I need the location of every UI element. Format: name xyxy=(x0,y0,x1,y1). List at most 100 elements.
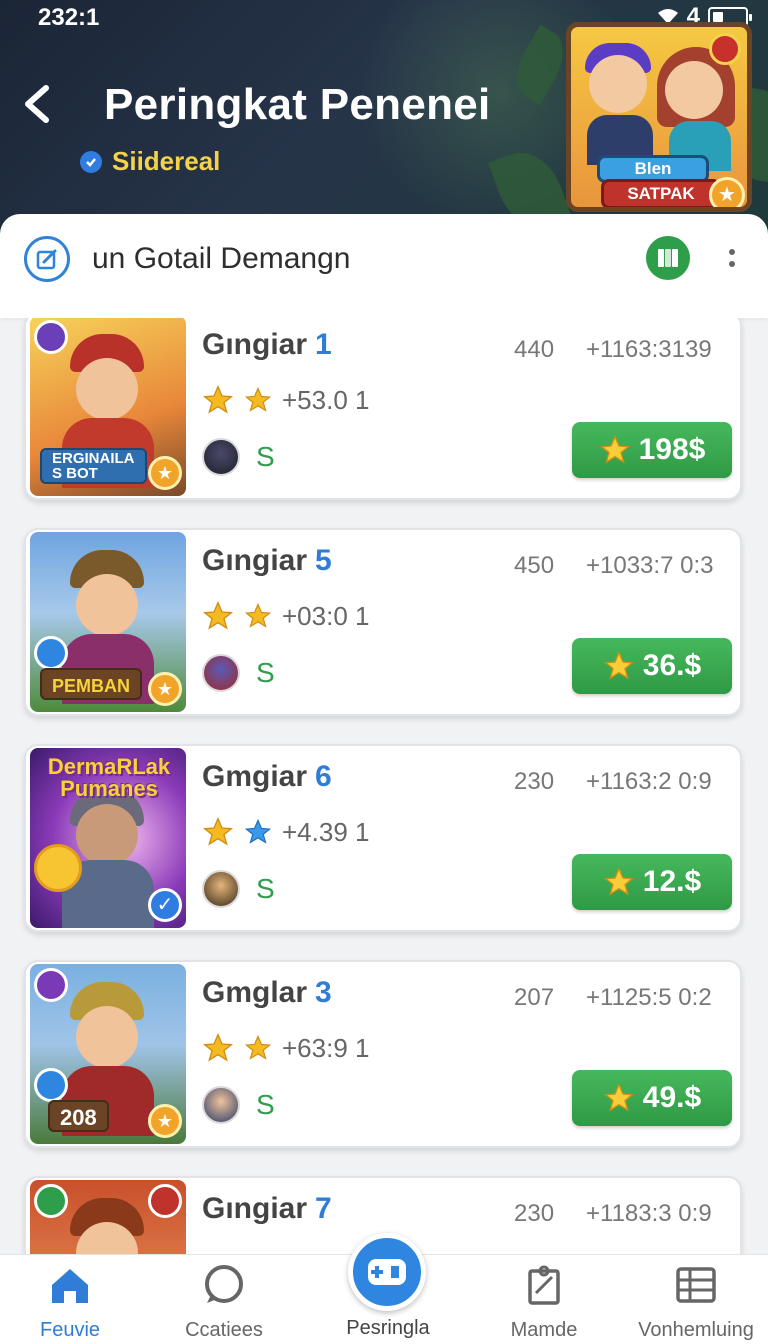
nav-item-home[interactable]: Feuvie xyxy=(0,1263,140,1342)
banner-badge-icon xyxy=(709,33,741,65)
gamepad-icon xyxy=(368,1259,406,1285)
nav-label: Vonhemluing xyxy=(638,1319,754,1341)
star-icon xyxy=(202,384,234,414)
player-score: 440 xyxy=(514,336,555,363)
avatar-label: S xyxy=(256,657,275,688)
page-title: Peringkat Penenei xyxy=(104,80,491,129)
sun-icon xyxy=(34,844,82,892)
chat-bubble-icon xyxy=(205,1265,243,1303)
star-icon xyxy=(202,1032,234,1062)
star-icon xyxy=(599,434,630,464)
coin-icon: ★ xyxy=(148,1104,182,1138)
game-thumbnail: PEMBAN ★ xyxy=(30,532,186,712)
star-icon xyxy=(202,816,234,846)
star-icon xyxy=(202,600,234,630)
list-item[interactable]: ERGINAILA S BOT ★ Gıngiar 1 440 +1163:313… xyxy=(24,318,742,500)
player-code: +1183:3 0:9 xyxy=(586,1200,712,1227)
player-code: +1033:7 0:3 xyxy=(586,552,714,579)
game-thumbnail: DermaRLak Pumanes ✓ xyxy=(30,748,186,928)
nav-center-button[interactable] xyxy=(348,1233,426,1311)
game-thumbnail: ERGINAILA S BOT ★ xyxy=(30,318,186,496)
map-button[interactable] xyxy=(646,236,690,280)
avatar xyxy=(202,870,240,908)
avatar-row: S xyxy=(202,654,275,692)
rating-value: +63:9 1 xyxy=(282,1032,370,1063)
prize-amount: 12.$ xyxy=(642,865,702,898)
nav-item-categories[interactable]: Ccatiees xyxy=(154,1263,294,1342)
player-code: +1163:2 0:9 xyxy=(586,768,712,795)
rank-number: 3 xyxy=(315,976,332,1009)
character-face xyxy=(589,55,647,113)
nav-label: Mamde xyxy=(510,1319,578,1341)
star-icon xyxy=(244,1034,272,1060)
back-button[interactable] xyxy=(18,82,58,126)
player-score: 230 xyxy=(514,768,555,795)
rating-value: +03:0 1 xyxy=(282,600,370,631)
badge-icon xyxy=(34,1184,68,1218)
avatar-label: S xyxy=(256,441,275,472)
banner-plate-bottom: SATPAK xyxy=(601,179,721,207)
rank-number: 1 xyxy=(315,328,332,361)
prize-button[interactable]: 12.$ xyxy=(572,854,732,910)
star-icon xyxy=(244,818,272,844)
subtitle-text: Siidereal xyxy=(112,146,221,176)
avatar-label: S xyxy=(256,873,275,904)
prize-amount: 36.$ xyxy=(642,649,702,682)
star-icon xyxy=(603,1082,634,1112)
rating: +03:0 1 xyxy=(202,600,369,632)
player-name: Gmgiar 6 xyxy=(202,760,332,793)
avatar-row: S xyxy=(202,870,275,908)
rating: +4.39 1 xyxy=(202,816,369,848)
section-bar: un Gotail Demangn xyxy=(0,214,768,318)
player-code: +1125:5 0:2 xyxy=(586,984,712,1011)
thumbnail-logo-text: DermaRLak Pumanes xyxy=(47,754,171,801)
nav-item-settings[interactable]: Vonhemluing xyxy=(626,1263,766,1342)
coin-icon: ★ xyxy=(148,456,182,490)
more-options-icon[interactable] xyxy=(718,238,746,278)
rating-value: +53.0 1 xyxy=(282,384,370,415)
rating: +63:9 1 xyxy=(202,1032,369,1064)
nav-item-tasks[interactable]: Mamde xyxy=(474,1263,614,1342)
home-icon xyxy=(52,1269,88,1303)
avatar xyxy=(202,654,240,692)
list-item[interactable]: 208 ★ Gmglar 3 207 +1125:5 0:2 +63:9 1 S … xyxy=(24,960,742,1148)
promo-banner[interactable]: Blen SATPAK ★ xyxy=(566,22,752,212)
rank-number: 6 xyxy=(315,760,332,793)
rank-number: 5 xyxy=(315,544,332,577)
star-icon xyxy=(603,650,634,680)
badge-icon xyxy=(34,320,68,354)
player-score: 230 xyxy=(514,1200,555,1227)
section-title: un Gotail Demangn xyxy=(92,242,351,275)
rank-number: 7 xyxy=(315,1192,332,1225)
list-item[interactable]: PEMBAN ★ Gıngiar 5 450 +1033:7 0:3 +03:0 … xyxy=(24,528,742,716)
rating-value: +4.39 1 xyxy=(282,816,370,847)
list-item[interactable]: DermaRLak Pumanes ✓ Gmgiar 6 230 +1163:2 … xyxy=(24,744,742,932)
character-face xyxy=(665,61,723,119)
bottom-nav: Feuvie Ccatiees Pesringla Mamde Vonhemlu… xyxy=(0,1233,768,1344)
avatar-label: S xyxy=(256,1089,275,1120)
avatar-row: S xyxy=(202,1086,275,1124)
prize-button[interactable]: 198$ xyxy=(572,422,732,478)
player-name: Gıngiar 5 xyxy=(202,544,332,577)
prize-amount: 49.$ xyxy=(642,1081,702,1114)
subtitle: Siidereal xyxy=(80,146,220,177)
thumbnail-plate: ERGINAILA S BOT xyxy=(40,448,147,484)
avatar xyxy=(202,1086,240,1124)
thumbnail-plate: 208 xyxy=(48,1100,109,1132)
thumbnail-plate: PEMBAN xyxy=(40,668,143,700)
nav-label: Ccatiees xyxy=(185,1319,263,1341)
badge-icon xyxy=(34,636,68,670)
badge-icon xyxy=(148,1184,182,1218)
clipboard-icon xyxy=(528,1265,560,1305)
prize-button[interactable]: 36.$ xyxy=(572,638,732,694)
badge-icon xyxy=(34,968,68,1002)
nav-label: Feuvie xyxy=(39,1319,101,1341)
prize-button[interactable]: 49.$ xyxy=(572,1070,732,1126)
player-name: Gıngiar 7 xyxy=(202,1192,332,1225)
edit-icon[interactable] xyxy=(24,236,70,282)
leaderboard-list: ERGINAILA S BOT ★ Gıngiar 1 440 +1163:313… xyxy=(0,318,768,1254)
status-time: 232:1 xyxy=(38,4,100,31)
player-name: Gıngiar 1 xyxy=(202,328,332,361)
coin-icon: ★ xyxy=(709,177,745,207)
coin-icon: ★ xyxy=(148,672,182,706)
